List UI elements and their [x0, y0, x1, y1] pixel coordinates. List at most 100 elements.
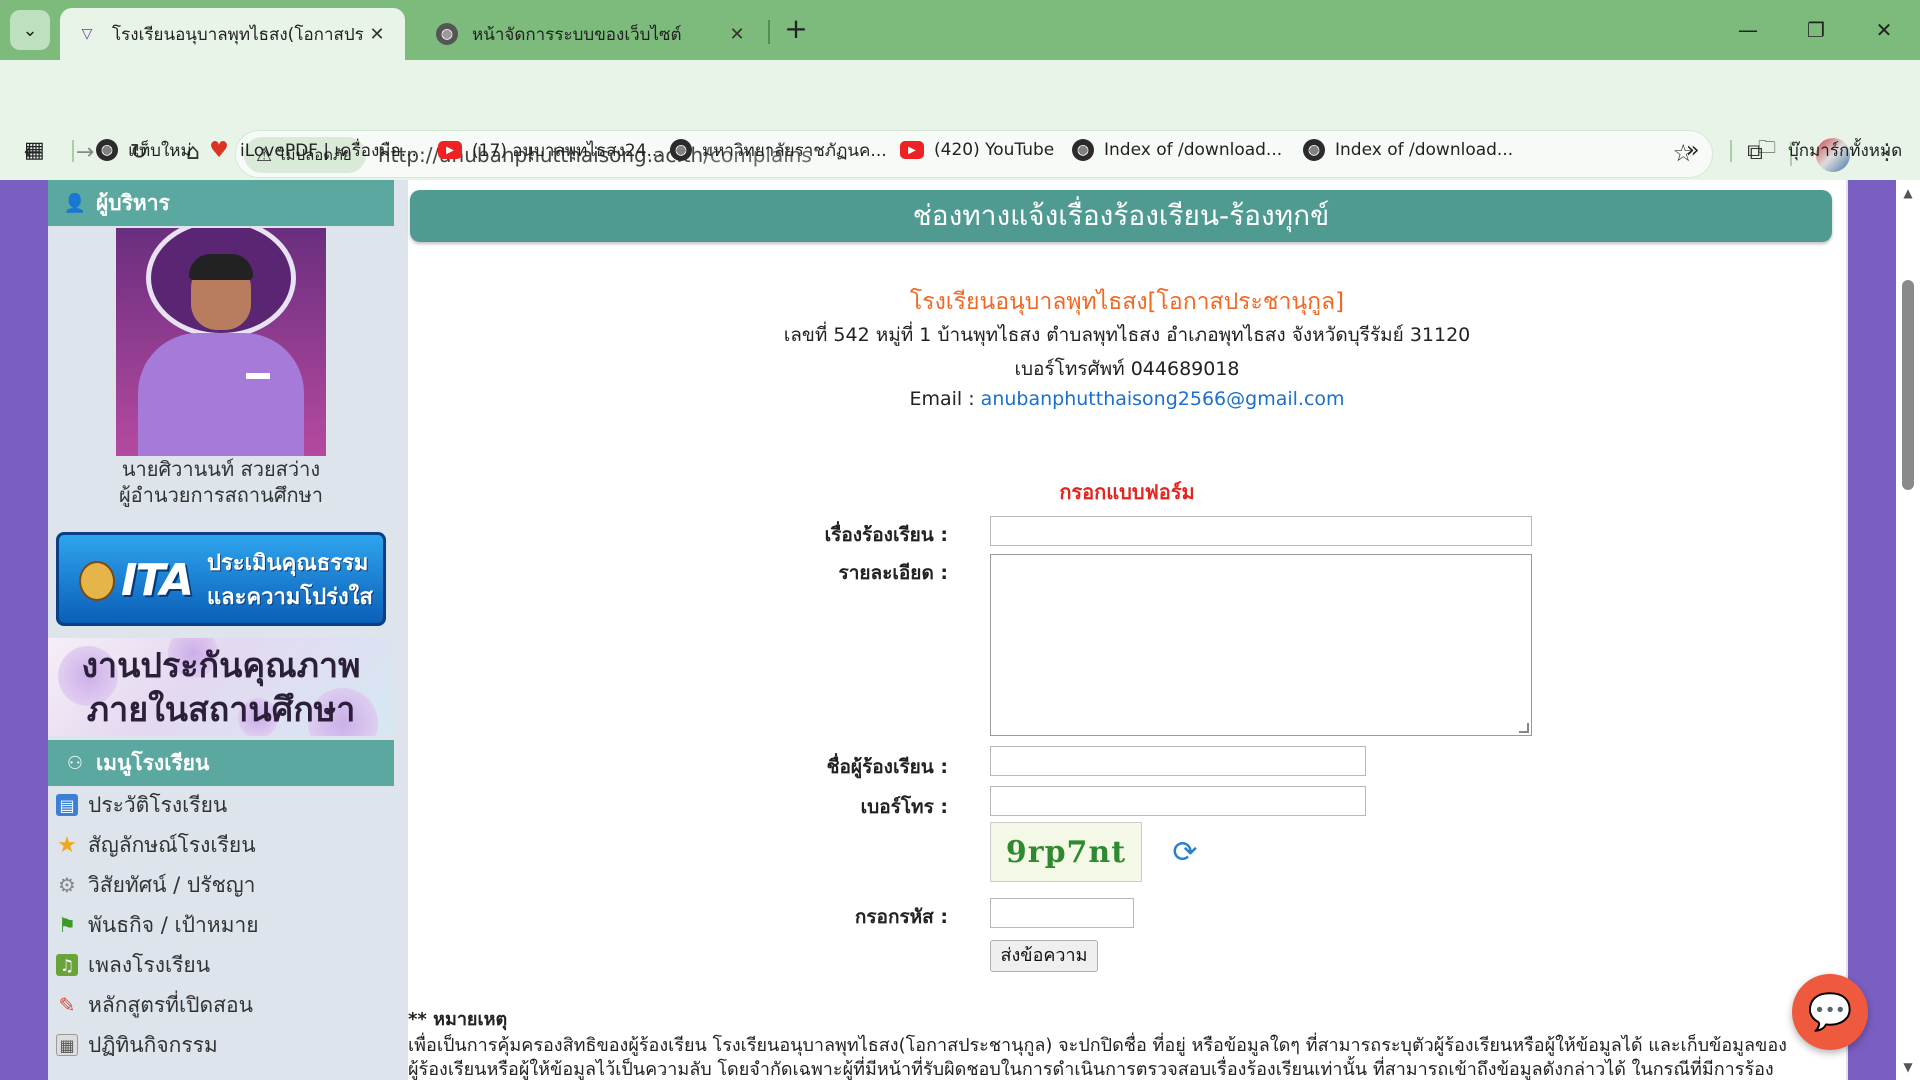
- menu-item-mission[interactable]: ⚑ พันธกิจ / เป้าหมาย: [56, 906, 259, 944]
- menu-item-symbol[interactable]: ★ สัญลักษณ์โรงเรียน: [56, 826, 256, 864]
- captcha-code-input[interactable]: [990, 898, 1134, 928]
- bookmark-label: บุ๊กมาร์กทั้งหมด: [1788, 140, 1903, 161]
- menu-item-song[interactable]: ♫ เพลงโรงเรียน: [56, 946, 210, 984]
- tab-divider: [768, 20, 770, 44]
- close-window-button[interactable]: ✕: [1856, 8, 1912, 52]
- ita-banner-text: ประเมินคุณธรรม และความโปร่งใส: [207, 547, 377, 615]
- bookmark-label: (420) YouTube: [934, 140, 1055, 160]
- detail-label: รายละเอียด :: [838, 562, 948, 584]
- school-menu-heading: ⚇ เมนูโรงเรียน: [48, 740, 394, 786]
- menu-label: สัญลักษณ์โรงเรียน: [88, 832, 256, 857]
- tab-admin[interactable]: ◍ หน้าจัดการระบบของเว็บไซต์ ✕: [420, 8, 765, 60]
- ita-logo: ITA: [121, 555, 194, 606]
- new-tab-button[interactable]: +: [778, 12, 814, 48]
- youtube-icon: ▶: [900, 141, 924, 159]
- menu-item-vision[interactable]: ⚙ วิสัยทัศน์ / ปรัชญา: [56, 866, 255, 904]
- menu-item-curriculum[interactable]: ✎ หลักสูตรที่เปิดสอน: [56, 986, 253, 1024]
- menu-label: เพลงโรงเรียน: [88, 952, 211, 977]
- ita-line-2: และความโปร่งใส: [207, 585, 373, 610]
- menu-item-history[interactable]: ▤ ประวัติโรงเรียน: [56, 786, 227, 824]
- phone-input[interactable]: [990, 786, 1366, 816]
- submit-button[interactable]: ส่งข้อความ: [990, 940, 1098, 972]
- book-icon: ▤: [56, 794, 78, 816]
- main-content: ช่องทางแจ้งเรื่องร้องเรียน-ร้องทุกข์ โรง…: [408, 180, 1846, 1080]
- close-icon[interactable]: ✕: [725, 24, 749, 45]
- bookmark-item[interactable]: ◍ มหาวิทยาลัยราชภัฏนค...: [670, 130, 887, 170]
- heading-label: ผู้บริหาร: [96, 190, 170, 215]
- apps-button[interactable]: ▦: [24, 130, 45, 170]
- restore-button[interactable]: ❐: [1788, 8, 1844, 52]
- complainant-name-label: ชื่อผู้ร้องเรียน :: [826, 756, 948, 778]
- subject-input[interactable]: [990, 516, 1532, 546]
- qa-line-2: ภายในสถานศึกษา: [86, 690, 356, 730]
- menu-label: หลักสูตรที่เปิดสอน: [88, 992, 253, 1017]
- seal-icon: [79, 561, 115, 601]
- quality-assurance-banner[interactable]: งานประกันคุณภาพ ภายในสถานศึกษา: [48, 638, 394, 736]
- page-content: 👤 ผู้บริหาร นายศิวานนท์ สวยสว่าง ผู้อำนว…: [48, 180, 1848, 1080]
- director-position: ผู้อำนวยการสถานศึกษา: [118, 483, 324, 507]
- bookmark-label: Index of /download...: [1335, 140, 1514, 160]
- bookmark-item[interactable]: ◍ Index of /download...: [1303, 130, 1513, 170]
- email-link[interactable]: anubanphutthaisong2566@gmail.com: [981, 388, 1345, 410]
- bookmarks-bar: ▦ ◍ แท็บใหม่ ♥ iLovePDF | เครื่องมือ... ▶ (…: [0, 130, 1920, 170]
- menu-label: ประวัติโรงเรียน: [88, 792, 228, 817]
- director-name: นายศิวานนท์ สวยสว่าง: [121, 457, 321, 481]
- form-title: กรอกแบบฟอร์ม: [1059, 480, 1195, 504]
- school-favicon-icon: ▽: [81, 26, 93, 42]
- phone-label: เบอร์โทร :: [860, 796, 948, 818]
- bookmark-item[interactable]: ◍ Index of /download...: [1072, 130, 1282, 170]
- close-icon[interactable]: ✕: [365, 24, 389, 45]
- bookmarks-divider: [1730, 140, 1732, 162]
- sidebar: 👤 ผู้บริหาร นายศิวานนท์ สวยสว่าง ผู้อำนว…: [48, 180, 394, 1080]
- tab-school[interactable]: ▽ โรงเรียนอนุบาลพุทไธสง(โอกาสประช ✕: [60, 8, 405, 60]
- school-address: เลขที่ 542 หมู่ที่ 1 บ้านพุทไธสง ตำบลพุท…: [783, 324, 1471, 346]
- admin-section-heading: 👤 ผู้บริหาร: [48, 180, 394, 226]
- note-heading: ** หมายเหตุ: [408, 1009, 508, 1030]
- director-info: นายศิวานนท์ สวยสว่าง ผู้อำนวยการสถานศึกษ…: [48, 456, 394, 508]
- tab-title: หน้าจัดการระบบของเว็บไซต์: [472, 24, 682, 45]
- note-text: ผู้ร้องเรียนหรือผู้ให้ข้อมูลไว้เป็นความล…: [408, 1059, 1774, 1080]
- tab-search-button[interactable]: ⌄: [10, 10, 50, 50]
- qa-banner-text: งานประกันคุณภาพ ภายในสถานศึกษา: [48, 644, 394, 732]
- page-title: ช่องทางแจ้งเรื่องร้องเรียน-ร้องทุกข์: [410, 190, 1832, 242]
- bookmarks-divider: [72, 140, 74, 162]
- bookmark-label: แท็บใหม่: [128, 140, 192, 161]
- scroll-thumb[interactable]: [1902, 280, 1914, 490]
- gear-icon: ⚙: [58, 873, 76, 897]
- music-icon: ♫: [56, 954, 78, 976]
- bookmark-label: มหาวิทยาลัยราชภัฏนค...: [702, 140, 887, 161]
- chat-button[interactable]: 💬: [1792, 974, 1868, 1050]
- all-bookmarks-button[interactable]: 🗀 บุ๊กมาร์กทั้งหมด: [1756, 130, 1902, 170]
- ita-line-1: ประเมินคุณธรรม: [207, 551, 369, 576]
- globe-icon: ◍: [670, 139, 692, 161]
- minimize-button[interactable]: —: [1720, 8, 1776, 52]
- menu-label: วิสัยทัศน์ / ปรัชญา: [88, 872, 256, 897]
- menu-label: พันธกิจ / เป้าหมาย: [88, 912, 259, 937]
- complainant-name-input[interactable]: [990, 746, 1366, 776]
- resize-handle[interactable]: [1519, 723, 1529, 733]
- refresh-captcha-icon[interactable]: ⟳: [1168, 836, 1202, 870]
- detail-textarea[interactable]: [990, 554, 1532, 736]
- bookmark-item[interactable]: ♥ iLovePDF | เครื่องมือ...: [208, 130, 417, 170]
- flag-icon: ⚑: [58, 913, 76, 937]
- chevron-down-icon: ⌄: [22, 19, 38, 41]
- person-icon: 👤: [63, 192, 87, 214]
- email-label: Email :: [909, 388, 981, 410]
- menu-item-calendar[interactable]: ▦ ปฏิทินกิจกรรม: [56, 1026, 218, 1064]
- browser-toolbar: ← → ↻ ⌂ ⚠ ไม่ปลอดภัย http://anubanphutth…: [0, 60, 1920, 180]
- scroll-down-icon[interactable]: ▼: [1896, 1060, 1920, 1074]
- web-page: 👤 ผู้บริหาร นายศิวานนท์ สวยสว่าง ผู้อำนว…: [0, 180, 1920, 1080]
- bookmark-item[interactable]: ▶ (420) YouTube: [900, 130, 1054, 170]
- scroll-up-icon[interactable]: ▲: [1896, 186, 1920, 200]
- star-icon: ★: [57, 832, 77, 858]
- vertical-scrollbar[interactable]: ▲ ▼: [1896, 180, 1920, 1080]
- ita-banner[interactable]: ITA ประเมินคุณธรรม และความโปร่งใส: [56, 532, 386, 626]
- more-bookmarks-button[interactable]: »: [1686, 130, 1699, 170]
- bookmark-item[interactable]: ◍ แท็บใหม่: [96, 130, 192, 170]
- heading-label: เมนูโรงเรียน: [96, 750, 210, 775]
- youtube-icon: ▶: [438, 141, 462, 159]
- bookmark-item[interactable]: ▶ (17) อนุบาลพุทไธสง24...: [438, 130, 663, 170]
- sitemap-icon: ⚇: [66, 752, 84, 774]
- school-phone: เบอร์โทรศัพท์ 044689018: [1014, 358, 1240, 380]
- qa-line-1: งานประกันคุณภาพ: [81, 646, 361, 686]
